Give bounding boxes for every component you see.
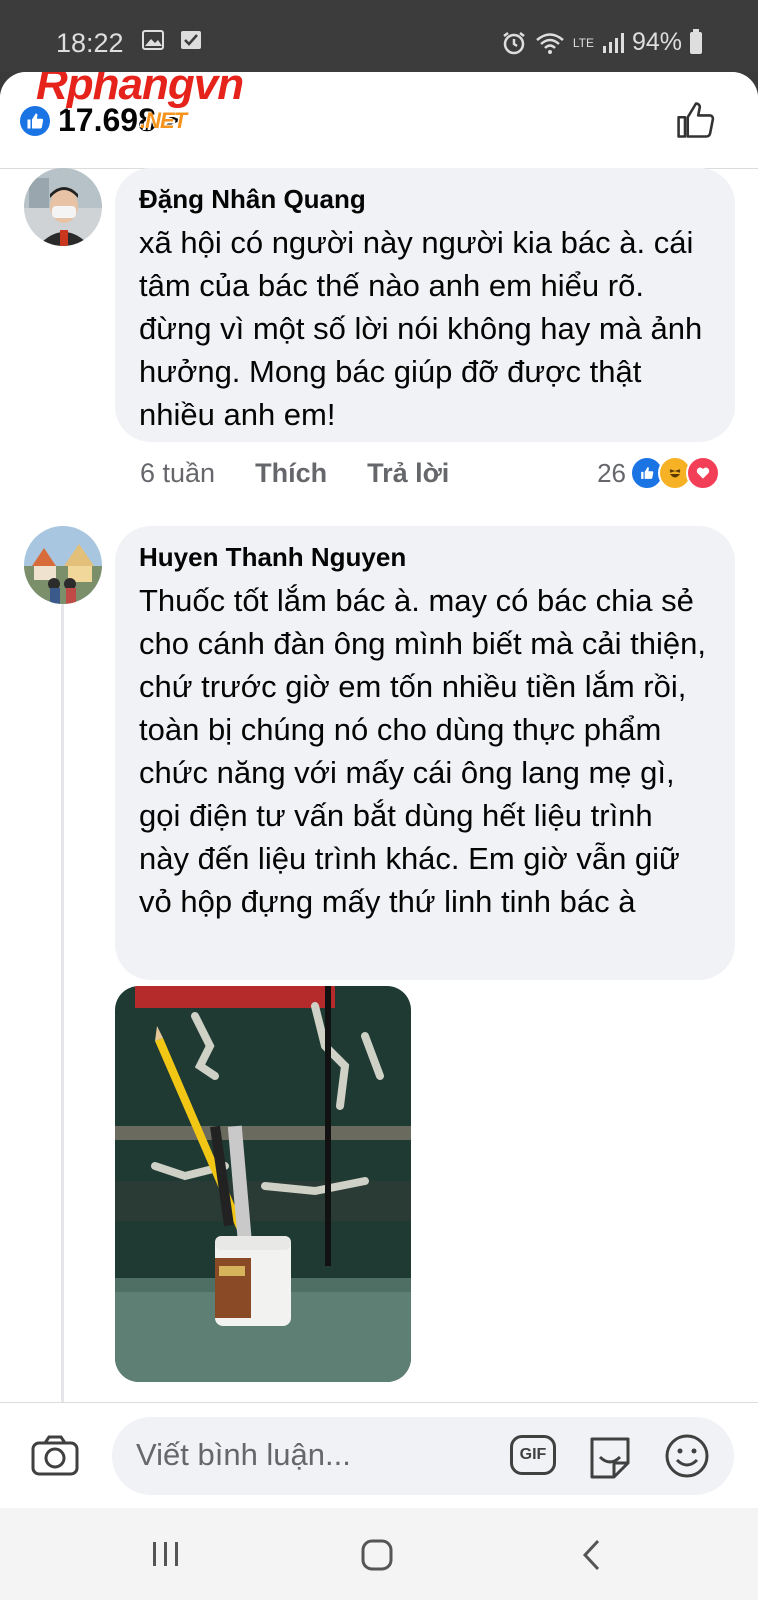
home-icon[interactable] [360,1538,394,1577]
like-link[interactable]: Thích [255,458,327,489]
watermark-brand: Rphangvn [36,72,244,109]
like-reaction-icon [20,105,50,136]
battery-percent: 94% [631,28,682,56]
comment-bubble[interactable]: Đặng Nhân Quang xã hội có người này ngườ… [115,168,735,442]
comment-text: xã hội có người này người kia bác à. cái… [139,225,703,432]
comment-author[interactable]: Huyen Thanh Nguyen [139,542,711,573]
thumbs-up-icon[interactable] [674,98,718,147]
comment-input[interactable]: Viết bình luận... GIF [112,1417,734,1495]
reply-link[interactable]: Trả lời [367,458,449,489]
wifi-icon [536,32,564,54]
status-time: 18:22 [56,28,124,58]
comments-sheet: 17.698 > Rphangvn .NET Đặng Nhân Quang x… [0,72,758,1600]
check-icon [181,31,202,49]
notification-icons [142,30,202,56]
status-right: LTE 94% [501,28,702,57]
comment-bubble[interactable]: Huyen Thanh Nguyen Thuốc tốt lắm bác à. … [115,526,735,980]
sticker-icon[interactable] [586,1433,634,1484]
watermark-suffix: .NET [140,108,187,133]
battery-icon [690,28,702,54]
comment-photo[interactable] [115,986,411,1382]
system-nav-bar [0,1508,758,1600]
comment-author[interactable]: Đặng Nhân Quang [139,184,711,215]
watermark-logo: Rphangvn .NET [36,72,244,133]
back-icon[interactable] [580,1538,604,1577]
thread-line [61,602,64,1422]
comment-placeholder: Viết bình luận... [136,1437,351,1472]
alarm-icon [503,31,525,54]
love-reaction-icon [686,456,720,490]
comment-reactions[interactable]: 26 [597,456,720,490]
comment-composer: Viết bình luận... GIF [0,1402,758,1509]
gallery-icon [142,30,164,50]
emoji-icon[interactable] [664,1433,710,1484]
recent-apps-icon[interactable] [150,1538,182,1575]
gif-button[interactable]: GIF [510,1435,556,1475]
comment-text: Thuốc tốt lắm bác à. may có bác chia sẻ … [139,583,706,919]
camera-icon[interactable] [30,1433,80,1482]
reactions-header: 17.698 > Rphangvn .NET [0,72,758,169]
comment-reaction-count: 26 [597,457,626,488]
comment-time: 6 tuần [140,458,216,488]
avatar[interactable] [24,168,102,246]
signal-icon [602,32,624,53]
status-bar: 18:22 LTE 94% [0,0,758,72]
comment-actions: 6 tuần Thích Trả lời [140,458,449,489]
lte-icon: LTE [572,35,594,50]
avatar[interactable] [24,526,102,604]
